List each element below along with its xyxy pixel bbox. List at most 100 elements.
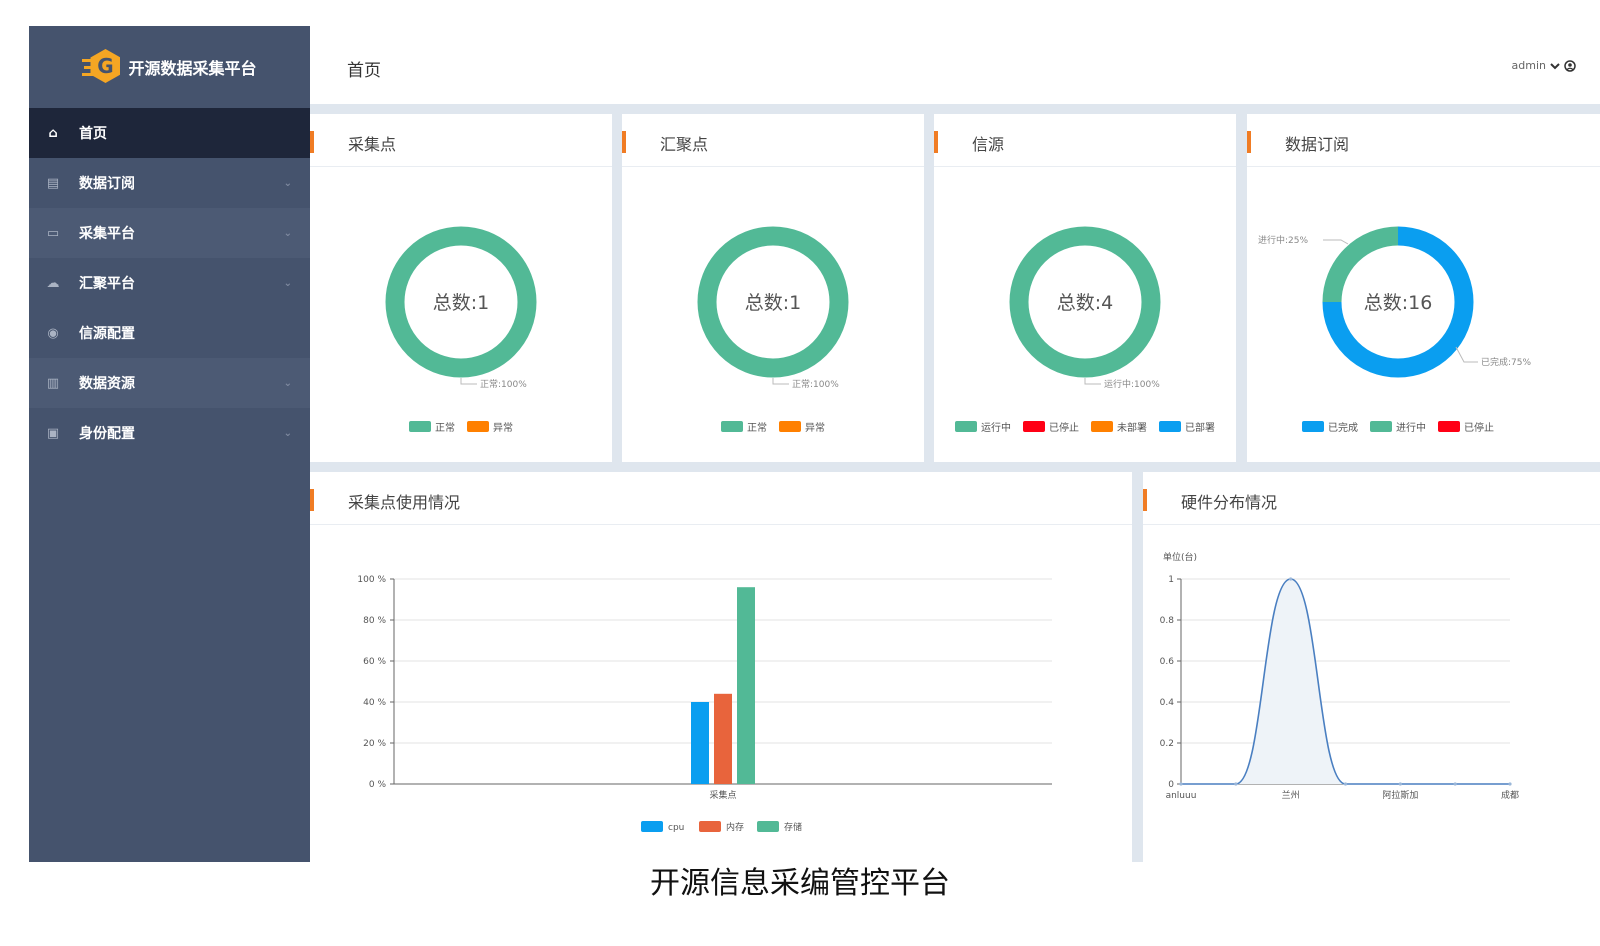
- sidebar-item-4[interactable]: ◉ 信源配置: [29, 308, 310, 358]
- data-point[interactable]: [1508, 782, 1512, 786]
- sidebar-item-3[interactable]: ☁ 汇聚平台 ⌄: [29, 258, 310, 308]
- legend-label: 已完成: [1328, 423, 1358, 434]
- data-point[interactable]: [1343, 782, 1348, 786]
- bar-内存[interactable]: [714, 693, 732, 784]
- legend-label: 异常: [493, 423, 513, 434]
- accent-bar: [622, 131, 626, 153]
- donut-total: 总数:1: [745, 292, 802, 314]
- legend-swatch[interactable]: [757, 821, 779, 832]
- user-menu[interactable]: admin: [1512, 59, 1576, 72]
- chevron-down-icon: ⌄: [283, 227, 292, 239]
- brand-name: 开源数据采集平台: [128, 59, 257, 78]
- top-bar: 首页 admin: [310, 26, 1600, 104]
- sidebar-item-label: 信源配置: [79, 326, 135, 342]
- sidebar-item-label: 首页: [79, 126, 107, 142]
- legend-swatch: [955, 421, 977, 432]
- donut-chart: 总数:4 运行中:100%: [1009, 226, 1161, 390]
- stat-card-title: 汇聚点: [660, 135, 709, 154]
- stat-card-title: 数据订阅: [1285, 135, 1350, 154]
- usage-panel-title: 采集点使用情况: [348, 493, 461, 512]
- legend-swatch[interactable]: [699, 821, 721, 832]
- x-tick-label: 阿拉斯加: [1382, 789, 1418, 801]
- hardware-area-chart: 单位(台) 0 0.2 0.4 0.6 0.8 1 anluuu 兰州 阿拉斯加 成都: [1160, 551, 1519, 801]
- data-point[interactable]: [1179, 782, 1183, 786]
- data-point[interactable]: [1453, 782, 1457, 786]
- legend-item[interactable]: 运行中: [955, 419, 1011, 434]
- cloud-icon: ☁: [46, 275, 60, 291]
- legend-item[interactable]: 已停止: [1438, 419, 1494, 434]
- stat-card-3: 数据订阅 总数:16 进行中:25% 已完成:75% 已完成 进行中 已停止: [1247, 114, 1600, 462]
- x-tick-label: 采集点: [709, 789, 736, 801]
- chevron-down-icon: ⌄: [283, 377, 292, 389]
- user-name: admin: [1511, 59, 1546, 72]
- legend-item[interactable]: 已部署: [1159, 419, 1215, 434]
- stat-card-1: 汇聚点 总数:1 正常:100% 正常 异常: [622, 114, 924, 462]
- chevron-down-icon: [1550, 62, 1560, 69]
- data-point[interactable]: [1234, 782, 1238, 786]
- legend: 正常 异常: [622, 419, 924, 434]
- legend-swatch[interactable]: [641, 821, 663, 832]
- slice-label: 已完成:75%: [1481, 356, 1531, 368]
- legend-label: 已部署: [1185, 423, 1215, 434]
- sidebar-item-1[interactable]: ▤ 数据订阅 ⌄: [29, 158, 310, 208]
- sidebar-item-5[interactable]: ▥ 数据资源 ⌄: [29, 358, 310, 408]
- chevron-down-icon: ⌄: [283, 277, 292, 289]
- legend-item[interactable]: 未部署: [1091, 419, 1147, 434]
- bar-cpu[interactable]: [691, 702, 709, 784]
- area-line: [1181, 578, 1510, 785]
- legend-item[interactable]: 进行中: [1370, 419, 1426, 434]
- sidebar-item-0[interactable]: ⌂ 首页: [29, 108, 310, 158]
- accent-bar: [1143, 489, 1147, 511]
- legend-item[interactable]: 正常: [721, 419, 767, 434]
- sidebar-item-6[interactable]: ▣ 身份配置 ⌄: [29, 408, 310, 458]
- callout-line: [1455, 346, 1478, 363]
- accent-bar: [1247, 131, 1251, 153]
- accent-bar: [310, 489, 314, 511]
- legend-label: 未部署: [1117, 423, 1147, 434]
- page-title: 首页: [347, 61, 381, 81]
- stat-card-title: 信源: [972, 135, 1005, 154]
- legend-item[interactable]: 已完成: [1302, 419, 1358, 434]
- sidebar-item-2[interactable]: ▭ 采集平台 ⌄: [29, 208, 310, 258]
- legend: 运行中 已停止 未部署 已部署: [934, 419, 1236, 434]
- donut-chart: 总数:1 正常:100%: [697, 226, 849, 390]
- id-card-icon: ▣: [46, 425, 60, 441]
- legend-item[interactable]: 异常: [467, 419, 513, 434]
- logo-icon: G: [82, 47, 122, 87]
- legend-swatch: [1023, 421, 1045, 432]
- home-icon: ⌂: [48, 125, 58, 141]
- legend-label: 正常: [747, 423, 767, 434]
- legend-label: 异常: [805, 423, 825, 434]
- stat-card-header: 信源: [934, 114, 1236, 167]
- app-window: G 开源数据采集平台 ⌂ 首页 ▤ 数据订阅 ⌄ ▭ 采集平台 ⌄ ☁ 汇聚平台 ⌄ ◉ 信源配置 ▥ 数据…: [29, 26, 1600, 862]
- legend-item[interactable]: 正常: [409, 419, 455, 434]
- legend-item[interactable]: 已停止: [1023, 419, 1079, 434]
- y-tick-label: 0: [1168, 780, 1174, 790]
- legend-swatch: [1159, 421, 1181, 432]
- legend-swatch: [1438, 421, 1460, 432]
- donut-chart: 总数:16 进行中:25% 已完成:75%: [1258, 226, 1531, 378]
- legend-item[interactable]: 异常: [779, 419, 825, 434]
- usage-panel-header: 采集点使用情况: [310, 472, 1132, 525]
- data-point[interactable]: [1398, 782, 1402, 786]
- stat-card-header: 采集点: [310, 114, 612, 167]
- callout-line: [1084, 378, 1101, 385]
- stat-card-header: 数据订阅: [1247, 114, 1600, 167]
- legend-label: 内存: [726, 821, 744, 833]
- subscription-icon: ▤: [46, 175, 60, 191]
- legend-swatch: [1302, 421, 1324, 432]
- slice-label: 运行中:100%: [1104, 378, 1160, 390]
- user-icon: [1564, 59, 1576, 72]
- area-fill: [1181, 579, 1510, 784]
- bar-存储[interactable]: [737, 587, 755, 784]
- database-icon: ▥: [46, 375, 60, 391]
- slice-label: 正常:100%: [480, 378, 527, 390]
- y-tick-label: 0 %: [369, 780, 387, 790]
- figure-caption: 开源信息采编管控平台: [650, 866, 950, 901]
- brand-logo[interactable]: G 开源数据采集平台: [29, 26, 310, 108]
- y-tick-label: 0.4: [1160, 698, 1175, 708]
- donut-total: 总数:1: [433, 292, 490, 314]
- callout-line: [460, 378, 477, 385]
- stat-card-2: 信源 总数:4 运行中:100% 运行中 已停止 未部署 已部署: [934, 114, 1236, 462]
- data-point[interactable]: [1289, 577, 1293, 581]
